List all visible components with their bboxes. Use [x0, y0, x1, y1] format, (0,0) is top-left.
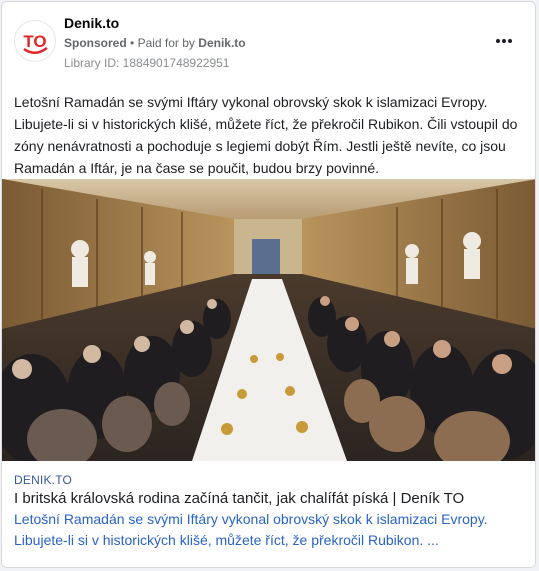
more-options-icon[interactable] — [495, 32, 513, 50]
link-description[interactable]: Letošní Ramadán se svými Iftáry vykonal … — [14, 509, 529, 551]
link-domain: DENIK.TO — [14, 473, 73, 487]
ad-header: TO Denik.to Sponsored • Paid for by Deni… — [2, 2, 535, 82]
link-preview[interactable]: DENIK.TO I britská královská rodina začí… — [2, 461, 535, 567]
library-id: Library ID: 1884901748922951 — [64, 56, 230, 70]
ad-image[interactable] — [2, 179, 535, 461]
logo-text: TO — [23, 32, 46, 51]
ad-card: TO Denik.to Sponsored • Paid for by Deni… — [1, 1, 536, 568]
paid-for-prefix: Paid for by — [137, 36, 195, 50]
sponsor-line: Sponsored • Paid for by Denik.to — [64, 36, 246, 50]
paid-for-name[interactable]: Denik.to — [198, 36, 245, 50]
separator: • — [130, 36, 135, 50]
ad-body-text: Letošní Ramadán se svými Iftáry vykonal … — [14, 94, 518, 176]
page-name[interactable]: Denik.to — [64, 15, 119, 31]
hall-photo — [2, 179, 535, 461]
avatar[interactable]: TO — [14, 20, 56, 62]
sponsored-label: Sponsored — [64, 36, 127, 50]
denik-logo-icon: TO — [20, 26, 50, 56]
link-title[interactable]: I britská královská rodina začíná tančit… — [14, 490, 529, 507]
